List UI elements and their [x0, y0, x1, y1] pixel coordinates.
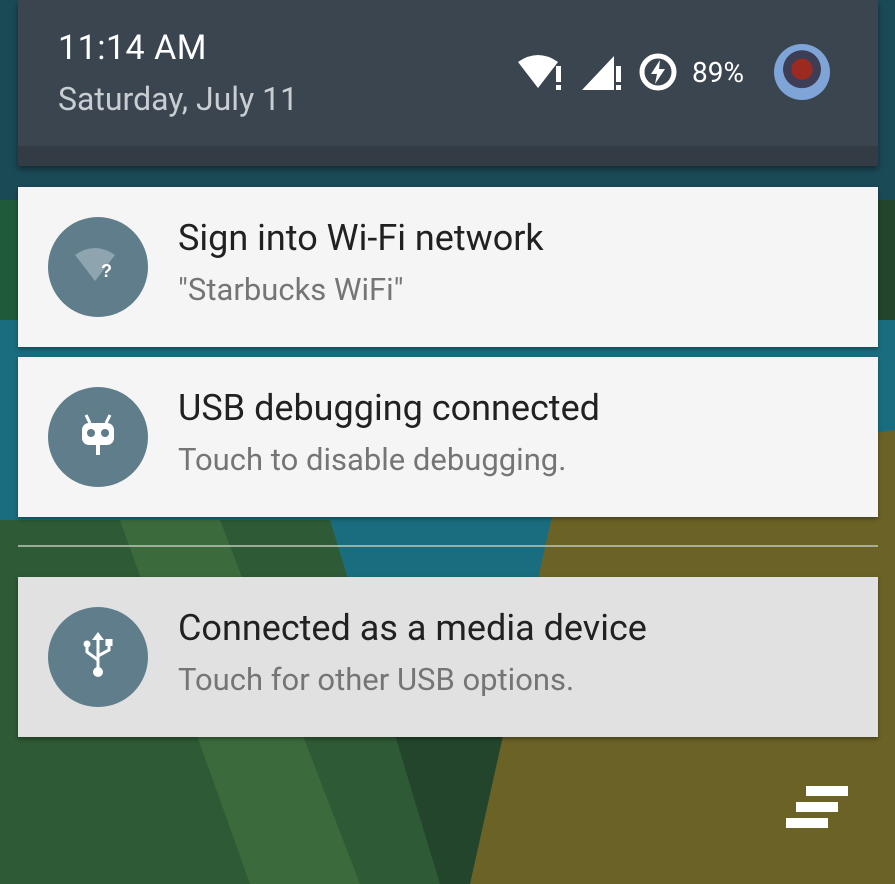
notification-icon-circle [48, 607, 148, 707]
notification-subtitle: "Starbucks WiFi" [178, 271, 404, 308]
date-label: Saturday, July 11 [58, 80, 299, 118]
clear-all-icon[interactable] [786, 786, 850, 828]
notification-media-device[interactable]: Connected as a media device Touch for ot… [18, 577, 878, 737]
notification-icon-circle [48, 387, 148, 487]
notification-subtitle: Touch to disable debugging. [178, 441, 567, 478]
clock-time: 11:14 AM [58, 28, 207, 68]
battery-charging-icon[interactable] [638, 52, 678, 92]
notification-title: USB debugging connected [178, 387, 600, 429]
svg-text:?: ? [101, 261, 112, 281]
header-strip [18, 146, 878, 166]
cell-signal-alert-icon[interactable] [582, 52, 622, 92]
battery-percent: 89% [692, 55, 744, 89]
notification-subtitle: Touch for other USB options. [178, 661, 575, 698]
user-avatar[interactable] [774, 44, 830, 100]
notification-wifi-signin[interactable]: ? Sign into Wi-Fi network "Starbucks WiF… [18, 187, 878, 347]
notification-icon-circle: ? [48, 217, 148, 317]
wifi-alert-icon[interactable] [516, 52, 566, 92]
notification-header: 11:14 AM Saturday, July 11 89% [18, 0, 878, 166]
cyanogen-bot-icon [78, 413, 118, 461]
usb-icon [80, 630, 116, 684]
notification-title: Connected as a media device [178, 607, 647, 649]
notification-title: Sign into Wi-Fi network [178, 217, 544, 259]
status-icons: 89% [516, 42, 830, 102]
wifi-question-icon: ? [73, 245, 123, 289]
section-divider [18, 545, 878, 547]
notification-usb-debugging[interactable]: USB debugging connected Touch to disable… [18, 357, 878, 517]
